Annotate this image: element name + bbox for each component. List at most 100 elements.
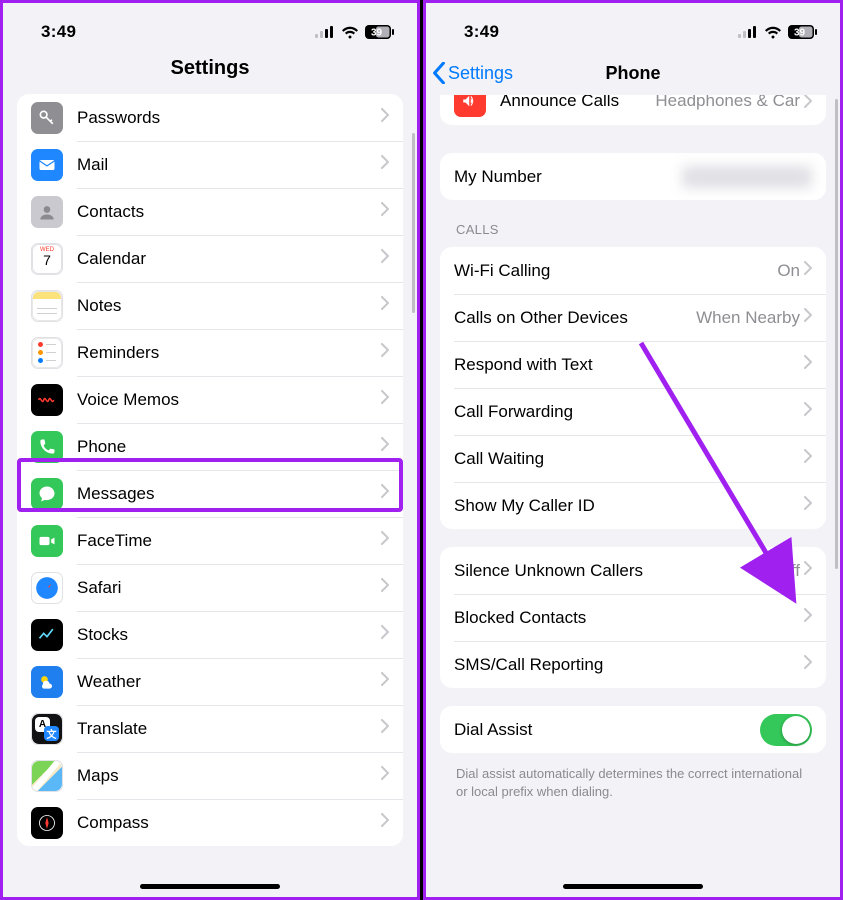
chevron-right-icon xyxy=(381,813,389,832)
chevron-right-icon xyxy=(804,261,812,280)
silence-group: Silence Unknown CallersOff Blocked Contac… xyxy=(440,547,826,688)
settings-row-notes[interactable]: Notes xyxy=(17,282,403,329)
row-label: Translate xyxy=(77,719,381,739)
row-label: Maps xyxy=(77,766,381,786)
row-label: Messages xyxy=(77,484,381,504)
settings-row-facetime[interactable]: FaceTime xyxy=(17,517,403,564)
chevron-right-icon xyxy=(804,95,812,108)
calls-row-wi-fi-calling[interactable]: Wi‑Fi CallingOn xyxy=(440,247,826,294)
settings-row-passwords[interactable]: Passwords xyxy=(17,94,403,141)
row-label: Compass xyxy=(77,813,381,833)
scroll-indicator[interactable] xyxy=(835,99,838,569)
chevron-right-icon xyxy=(804,449,812,468)
scroll-indicator[interactable] xyxy=(412,133,415,313)
section-header-calls: CALLS xyxy=(440,218,826,243)
row-value: When Nearby xyxy=(696,308,800,328)
chevron-right-icon xyxy=(804,355,812,374)
row-label: Phone xyxy=(77,437,381,457)
row-dial-assist[interactable]: Dial Assist xyxy=(440,706,826,753)
row-label: Passwords xyxy=(77,108,381,128)
row-label: Stocks xyxy=(77,625,381,645)
chevron-right-icon xyxy=(381,719,389,738)
row-label: Respond with Text xyxy=(454,355,804,375)
chevron-right-icon xyxy=(804,496,812,515)
calls-row-call-forwarding[interactable]: Call Forwarding xyxy=(440,388,826,435)
calls-row-show-my-caller-id[interactable]: Show My Caller ID xyxy=(440,482,826,529)
status-bar: 3:49 39 xyxy=(3,3,417,51)
back-button[interactable]: Settings xyxy=(432,62,513,84)
settings-row-phone[interactable]: Phone xyxy=(17,423,403,470)
weather-icon xyxy=(31,666,63,698)
settings-row-stocks[interactable]: Stocks xyxy=(17,611,403,658)
row-label: Blocked Contacts xyxy=(454,608,804,628)
row-label: Safari xyxy=(77,578,381,598)
chevron-right-icon xyxy=(381,625,389,644)
row-announce-calls[interactable]: Announce Calls Headphones & Car xyxy=(440,95,826,125)
wifi-icon xyxy=(341,26,359,39)
home-indicator[interactable] xyxy=(140,884,280,889)
calls-row-call-waiting[interactable]: Call Waiting xyxy=(440,435,826,482)
my-number-value-blurred xyxy=(682,166,812,188)
chevron-right-icon xyxy=(381,578,389,597)
dial-assist-group: Dial Assist xyxy=(440,706,826,753)
row-label: Call Forwarding xyxy=(454,402,804,422)
home-indicator[interactable] xyxy=(563,884,703,889)
chevron-right-icon xyxy=(381,296,389,315)
chevron-right-icon xyxy=(381,484,389,503)
settings-row-contacts[interactable]: Contacts xyxy=(17,188,403,235)
chevron-right-icon xyxy=(804,561,812,580)
mail-icon xyxy=(31,149,63,181)
chevron-right-icon xyxy=(381,155,389,174)
chevron-right-icon xyxy=(381,108,389,127)
row-label: Reminders xyxy=(77,343,381,363)
row-label: Calendar xyxy=(77,249,381,269)
row-label: Call Waiting xyxy=(454,449,804,469)
settings-row-reminders[interactable]: Reminders xyxy=(17,329,403,376)
status-time: 3:49 xyxy=(464,22,499,42)
row-my-number[interactable]: My Number xyxy=(440,153,826,200)
chevron-right-icon xyxy=(381,531,389,550)
silence-row-sms-call-reporting[interactable]: SMS/Call Reporting xyxy=(440,641,826,688)
nav-header: Settings Phone xyxy=(426,51,840,95)
calls-group: Wi‑Fi CallingOnCalls on Other DevicesWhe… xyxy=(440,247,826,529)
page-title: Phone xyxy=(605,63,660,84)
settings-row-weather[interactable]: Weather xyxy=(17,658,403,705)
settings-row-maps[interactable]: Maps xyxy=(17,752,403,799)
calls-row-calls-on-other-devices[interactable]: Calls on Other DevicesWhen Nearby xyxy=(440,294,826,341)
chevron-left-icon xyxy=(432,62,446,84)
chevron-right-icon xyxy=(381,437,389,456)
row-label: Wi‑Fi Calling xyxy=(454,261,777,281)
settings-row-calendar[interactable]: WED7Calendar xyxy=(17,235,403,282)
settings-row-messages[interactable]: Messages xyxy=(17,470,403,517)
status-icons: 39 xyxy=(738,25,818,39)
chevron-right-icon xyxy=(381,766,389,785)
cellular-icon xyxy=(738,26,758,38)
compass-icon xyxy=(31,807,63,839)
silence-row-blocked-contacts[interactable]: Blocked Contacts xyxy=(440,594,826,641)
svg-text:39: 39 xyxy=(794,28,806,39)
facetime-icon xyxy=(31,525,63,557)
settings-row-translate[interactable]: A文Translate xyxy=(17,705,403,752)
screen-phone: 3:49 39 Settings Phone Announce Calls He… xyxy=(423,0,843,900)
back-label: Settings xyxy=(448,63,513,84)
status-time: 3:49 xyxy=(41,22,76,42)
row-label: Announce Calls xyxy=(500,95,655,111)
row-label: Show My Caller ID xyxy=(454,496,804,516)
cellular-icon xyxy=(315,26,335,38)
settings-row-safari[interactable]: Safari xyxy=(17,564,403,611)
row-value: Headphones & Car xyxy=(655,95,800,111)
dial-assist-switch[interactable] xyxy=(760,714,812,746)
battery-icon: 39 xyxy=(365,25,395,39)
row-value: Off xyxy=(778,561,800,581)
messages-icon xyxy=(31,478,63,510)
chevron-right-icon xyxy=(381,249,389,268)
settings-row-compass[interactable]: Compass xyxy=(17,799,403,846)
settings-row-mail[interactable]: Mail xyxy=(17,141,403,188)
stocks-icon xyxy=(31,619,63,651)
calls-row-respond-with-text[interactable]: Respond with Text xyxy=(440,341,826,388)
wifi-icon xyxy=(764,26,782,39)
silence-row-silence-unknown-callers[interactable]: Silence Unknown CallersOff xyxy=(440,547,826,594)
settings-row-voice-memos[interactable]: Voice Memos xyxy=(17,376,403,423)
row-label: Mail xyxy=(77,155,381,175)
status-icons: 39 xyxy=(315,25,395,39)
